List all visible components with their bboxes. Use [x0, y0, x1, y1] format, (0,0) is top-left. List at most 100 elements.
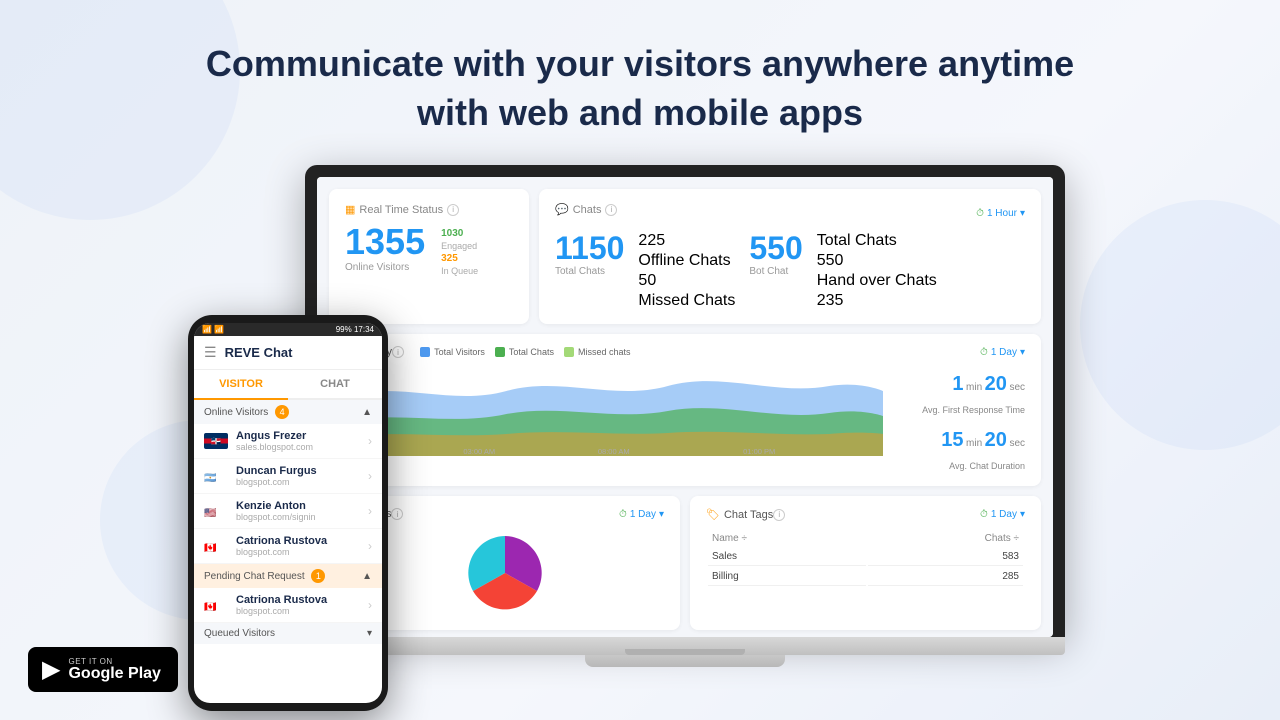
- avg-duration-label: Avg. Chat Duration: [895, 458, 1025, 474]
- tab-visitor[interactable]: VISITOR: [194, 370, 288, 400]
- chevron-down-icon: ▾: [1020, 208, 1025, 219]
- flag-ca-pending: 🇨🇦: [204, 597, 228, 613]
- pending-badge: 1: [311, 569, 325, 583]
- avg-first-label: Avg. First Response Time: [895, 402, 1025, 418]
- channels-time-filter[interactable]: ⏱ 1 Day ▾: [619, 509, 664, 520]
- online-visitors-num: 1355: [345, 224, 425, 260]
- queued-section: Queued Visitors ▾: [194, 623, 382, 644]
- summary-card: Summary i Total Visitors Tot: [329, 334, 1041, 486]
- laptop-screen-inner: ▦ Real Time Status i 1355 Online Visitor…: [317, 177, 1053, 637]
- legend-missed-chats: Missed chats: [564, 347, 631, 357]
- table-row: Sales 583: [708, 548, 1023, 566]
- summary-time-filter[interactable]: ⏱ 1 Day ▾: [980, 347, 1025, 358]
- channels-info-icon[interactable]: i: [391, 508, 403, 520]
- chart-legend: Total Visitors Total Chats Missed chats: [420, 347, 630, 357]
- total-chats-side-label: Total Chats: [817, 232, 937, 250]
- legend-dot-chats: [495, 347, 505, 357]
- realtime-side-stats: 1030 Engaged 325 In Queue: [441, 224, 478, 276]
- online-visitors-badge: 4: [275, 405, 289, 419]
- tags-table: Name ÷ Chats ÷ Sales 583: [706, 529, 1025, 588]
- chats-sub-stats: 225 Offline Chats 50 Missed Chats: [638, 232, 735, 310]
- visitor-expand-1: ›: [368, 434, 372, 448]
- chats-total-side: Total Chats 550 Hand over Chats 235: [817, 232, 937, 310]
- status-bar-time: 99% 17:34: [336, 325, 374, 334]
- section-expand-icon[interactable]: ▲: [362, 407, 372, 418]
- flag-ar: 🇦🇷: [204, 468, 228, 484]
- chevron-down-icon: ▾: [659, 509, 664, 520]
- dashboard-row-3: Channels i ⏱ 1 Day ▾: [329, 496, 1041, 630]
- realtime-title: ▦ Real Time Status i: [345, 203, 513, 216]
- main-content: ▦ Real Time Status i 1355 Online Visitor…: [0, 155, 1280, 720]
- pending-expand-icon[interactable]: ▲: [362, 571, 372, 582]
- tags-time-filter[interactable]: ⏱ 1 Day ▾: [980, 509, 1025, 520]
- realtime-info-icon[interactable]: i: [447, 204, 459, 216]
- play-badge-inner: ▶ GET IT ON Google Play: [28, 647, 178, 692]
- pending-visitor-name: Catriona Rustova: [236, 594, 327, 606]
- headline: Communicate with your visitors anywhere …: [20, 40, 1260, 137]
- flag-us: 🇺🇸: [204, 503, 228, 519]
- channels-header: Channels i ⏱ 1 Day ▾: [345, 508, 664, 520]
- visitor-name-3: Kenzie Anton: [236, 500, 316, 512]
- summary-info-icon[interactable]: i: [392, 346, 404, 358]
- pending-visitor-item: 🇨🇦 Catriona Rustova blogspot.com ›: [194, 588, 382, 623]
- visitor-info-1: Angus Frezer sales.blogspot.com: [236, 430, 313, 452]
- flag-ca: 🇨🇦: [204, 538, 228, 554]
- online-visitors-label: Online Visitors 4: [204, 405, 289, 419]
- avg-duration: 15 min 20 sec: [895, 422, 1025, 458]
- tags-header: 🏷 Chat Tags i ⏱ 1 Day ▾: [706, 508, 1025, 521]
- missed-chats-num: 50: [638, 272, 735, 290]
- chevron-down-icon: ▾: [1020, 347, 1025, 358]
- chats-title: 💬 Chats i: [555, 203, 617, 216]
- visitor-url-2: blogspot.com: [236, 477, 317, 487]
- play-store-icon: ▶: [42, 655, 60, 684]
- dashboard: ▦ Real Time Status i 1355 Online Visitor…: [317, 177, 1053, 637]
- chart-icon: ▦: [345, 203, 355, 216]
- visitor-item-4: 🇨🇦 Catriona Rustova blogspot.com ›: [194, 529, 382, 564]
- online-visitors-section: Online Visitors 4 ▲: [194, 400, 382, 424]
- svg-text:01:00 PM: 01:00 PM: [743, 447, 775, 456]
- channels-pie: [345, 528, 664, 618]
- queued-expand-icon[interactable]: ▾: [367, 628, 372, 639]
- pending-label: Pending Chat Request 1: [204, 569, 325, 583]
- visitor-name-1: Angus Frezer: [236, 430, 313, 442]
- play-text: GET IT ON Google Play: [68, 657, 160, 682]
- visitor-expand-4: ›: [368, 539, 372, 553]
- tags-info-icon[interactable]: i: [773, 509, 785, 521]
- tags-col-name: Name ÷: [708, 531, 866, 546]
- hamburger-icon[interactable]: ☰: [204, 344, 217, 361]
- page-header: Communicate with your visitors anywhere …: [0, 0, 1280, 157]
- total-chats-side-num: 550: [817, 252, 937, 270]
- realtime-stats: 1355 Online Visitors 1030 Engaged 325 In…: [345, 224, 513, 276]
- phone-tabs: VISITOR CHAT: [194, 370, 382, 400]
- visitor-name-2: Duncan Furgus: [236, 465, 317, 477]
- chats-time-filter[interactable]: ⏱ 1 Hour ▾: [976, 208, 1025, 219]
- bot-chat-num: 550: [749, 232, 802, 264]
- handover-label: Hand over Chats: [817, 272, 937, 290]
- bot-chat-label: Bot Chat: [749, 266, 802, 277]
- chats-card: 💬 Chats i ⏱ 1 Hour ▾: [539, 189, 1041, 324]
- inqueue-label: In Queue: [441, 266, 478, 276]
- phone-app-title: REVE Chat: [225, 345, 293, 360]
- google-play-badge[interactable]: ▶ GET IT ON Google Play: [28, 647, 178, 692]
- offline-chats-num: 225: [638, 232, 735, 250]
- tag-chats-1: 583: [868, 548, 1023, 566]
- legend-dot-missed: [564, 347, 574, 357]
- tab-chat[interactable]: CHAT: [288, 370, 382, 398]
- total-chats-label: Total Chats: [555, 266, 624, 277]
- summary-side-stats: 1 min 20 sec Avg. First Response Time 15…: [895, 366, 1025, 474]
- online-visitors-label: Online Visitors: [345, 262, 425, 273]
- visitor-expand-3: ›: [368, 504, 372, 518]
- laptop-base: [305, 637, 1065, 655]
- status-bar-icons: 📶 📶: [202, 325, 224, 334]
- chats-info-icon[interactable]: i: [605, 204, 617, 216]
- visitor-url-3: blogspot.com/signin: [236, 512, 316, 522]
- tags-col-chats: Chats ÷: [868, 531, 1023, 546]
- pie-chart-svg: [450, 531, 560, 616]
- legend-dot-visitors: [420, 347, 430, 357]
- pending-visitor-url: blogspot.com: [236, 606, 327, 616]
- visitor-item-2: 🇦🇷 Duncan Furgus blogspot.com ›: [194, 459, 382, 494]
- visitor-expand-2: ›: [368, 469, 372, 483]
- inqueue-num: 325: [441, 253, 478, 264]
- chevron-down-icon: ▾: [1020, 509, 1025, 520]
- queued-label: Queued Visitors: [204, 628, 275, 639]
